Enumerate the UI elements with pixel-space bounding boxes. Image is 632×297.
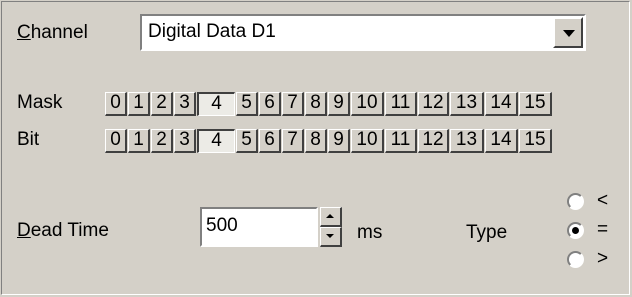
bit-bit-7-toggle[interactable]: 7: [282, 129, 304, 153]
bit-bit-15-toggle[interactable]: 15: [519, 129, 552, 153]
type-radio-label-2: >: [597, 248, 609, 269]
mask-bit-0-toggle[interactable]: 0: [105, 92, 127, 116]
dead-time-input[interactable]: [204, 211, 314, 241]
type-radio-0[interactable]: [567, 193, 584, 210]
channel-label-mnemonic: C: [17, 22, 31, 43]
channel-label-rest: hannel: [30, 22, 88, 43]
mask-bit-3-toggle[interactable]: 3: [174, 92, 196, 116]
dead-time-field[interactable]: [200, 207, 318, 247]
mask-bit-9-toggle[interactable]: 9: [328, 92, 350, 116]
bit-bit-5-toggle[interactable]: 5: [236, 129, 258, 153]
dead-time-label: Dead Time: [17, 220, 109, 242]
type-radio-label-0: <: [597, 190, 609, 211]
chevron-down-icon: [563, 30, 575, 37]
channel-dropdown[interactable]: Digital Data D1: [140, 14, 586, 51]
bit-bit-10-toggle[interactable]: 10: [351, 129, 384, 153]
dropdown-arrow-button[interactable]: [553, 17, 583, 48]
mask-bit-15-toggle[interactable]: 15: [519, 92, 552, 116]
channel-dropdown-value: Digital Data D1: [148, 21, 276, 42]
bit-bit-9-toggle[interactable]: 9: [328, 129, 350, 153]
bit-bit-12-toggle[interactable]: 12: [418, 129, 449, 153]
bit-bit-0-toggle[interactable]: 0: [105, 129, 127, 153]
type-radio-label-1: =: [597, 219, 609, 240]
bit-bit-8-toggle[interactable]: 8: [305, 129, 327, 153]
dead-time-label-mnemonic: D: [17, 220, 31, 241]
bit-bit-14-toggle[interactable]: 14: [485, 129, 518, 153]
mask-bit-7-toggle[interactable]: 7: [282, 92, 304, 116]
type-label: Type: [466, 222, 508, 243]
mask-bit-6-toggle[interactable]: 6: [259, 92, 281, 116]
mask-bit-12-toggle[interactable]: 12: [418, 92, 449, 116]
bit-bit-3-toggle[interactable]: 3: [174, 129, 196, 153]
mask-label: Mask: [17, 92, 63, 113]
bit-bit-6-toggle[interactable]: 6: [259, 129, 281, 153]
mask-bit-1-toggle[interactable]: 1: [128, 92, 150, 116]
mask-bit-4-toggle[interactable]: 4: [197, 92, 235, 116]
mask-bit-5-toggle[interactable]: 5: [236, 92, 258, 116]
dead-time-unit: ms: [357, 222, 383, 243]
dead-time-spin-up[interactable]: [320, 207, 342, 227]
mask-bit-8-toggle[interactable]: 8: [305, 92, 327, 116]
arrow-up-icon: [326, 214, 334, 218]
bit-bit-1-toggle[interactable]: 1: [128, 129, 150, 153]
bit-bit-4-toggle[interactable]: 4: [197, 129, 235, 153]
arrow-down-icon: [326, 234, 334, 238]
mask-bit-2-toggle[interactable]: 2: [151, 92, 173, 116]
mask-bit-13-toggle[interactable]: 13: [450, 92, 484, 116]
dead-time-spin-down[interactable]: [320, 227, 342, 247]
channel-label: Channel: [17, 22, 88, 44]
type-radio-1[interactable]: [567, 222, 584, 239]
bit-bit-13-toggle[interactable]: 13: [450, 129, 484, 153]
bit-bit-2-toggle[interactable]: 2: [151, 129, 173, 153]
radio-dot-icon: [572, 227, 579, 234]
mask-bit-11-toggle[interactable]: 11: [385, 92, 417, 116]
type-radio-2[interactable]: [567, 251, 584, 268]
dead-time-label-rest: ead Time: [30, 220, 109, 241]
mask-bit-14-toggle[interactable]: 14: [485, 92, 518, 116]
bit-bit-11-toggle[interactable]: 11: [385, 129, 417, 153]
mask-bit-10-toggle[interactable]: 10: [351, 92, 384, 116]
bit-label: Bit: [17, 129, 40, 150]
